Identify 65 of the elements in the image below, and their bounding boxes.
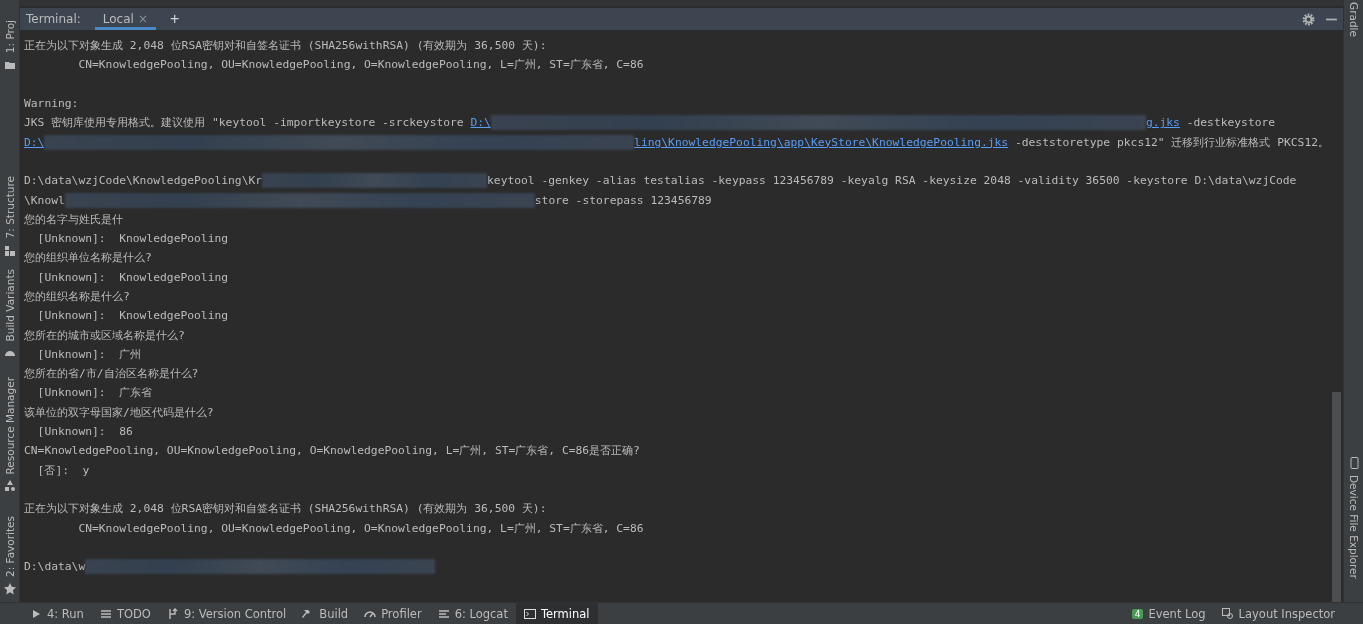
terminal-line: [Unknown]: KnowledgePooling <box>36 309 229 323</box>
list-icon <box>99 607 112 620</box>
terminal-line: 您的名字与姓氏是什 <box>24 211 123 227</box>
terminal-line: 您所在的省/市/自治区名称是什么? <box>24 366 199 382</box>
session-tab[interactable]: Local × <box>94 8 156 30</box>
terminal-line: Warning: <box>24 97 79 111</box>
inspector-icon <box>1221 607 1234 620</box>
terminal-line: CN=KnowledgePooling, OU=KnowledgePooling, O=KnowledgePooling, L=广州, ST=广东省, C=86是否正确? <box>24 443 640 459</box>
terminal-line: -deststoretype pkcs12" 迁移到行业标准格式 PKCS12。 <box>1013 134 1329 150</box>
terminal-line: [Unknown]: KnowledgePooling <box>36 270 229 284</box>
tool-window-tab[interactable]: Profiler <box>356 603 430 624</box>
tool-window-tab[interactable]: Layout Inspector <box>1213 603 1343 624</box>
terminal-line: store -storepass 123456789 <box>534 193 712 207</box>
terminal-line: CN=KnowledgePooling, OU=KnowledgePooling, O=KnowledgePooling, L=广州, ST=广东省, C=86 <box>77 57 644 73</box>
file-link[interactable]: D:\ <box>24 135 45 149</box>
structure-icon <box>3 244 16 257</box>
star-icon <box>3 583 16 596</box>
terminal-icon <box>523 607 536 620</box>
close-icon[interactable]: × <box>137 12 148 26</box>
file-link[interactable]: g.jks <box>1145 116 1180 130</box>
tool-window-tab[interactable]: 6: Logcat <box>429 603 516 624</box>
terminal-line: 您的组织单位名称是什么? <box>24 250 152 266</box>
tool-window-tab[interactable]: 4: Run <box>22 603 92 624</box>
file-link[interactable]: D:\ <box>470 116 491 130</box>
shapes-icon <box>3 480 16 493</box>
tool-window-button[interactable]: 2: Favorites <box>3 516 16 578</box>
tool-window-tab[interactable]: TODO <box>91 603 159 624</box>
tool-window-button[interactable]: Gradle <box>1347 2 1360 37</box>
terminal-line: -destkeystore <box>1185 116 1276 130</box>
panel-title: Terminal: <box>26 12 81 26</box>
tool-window-button[interactable]: 7: Structure <box>3 176 16 239</box>
tool-window-button[interactable]: Device File Explorer <box>1347 474 1360 579</box>
count-badge: 4 <box>1131 608 1144 619</box>
terminal-line: 您所在的城市或区域名称是什么? <box>24 327 185 343</box>
tool-window-tab[interactable]: Build <box>294 603 357 624</box>
terminal-line: 该单位的双字母国家/地区代码是什么? <box>24 404 214 420</box>
terminal-line: 正在为以下对象生成 2,048 位RSA密钥对和自签名证书 (SHA256withRSA) (有效期为 36,500 天): <box>24 501 547 517</box>
terminal-line: 您的组织名称是什么? <box>24 289 130 304</box>
terminal-line: [Unknown]: 广东省 <box>36 385 153 401</box>
branch-icon <box>166 607 179 620</box>
phone-icon <box>1347 456 1360 469</box>
terminal-line: D:\data\wzjCode\KnowledgePooling\Kr <box>24 174 263 188</box>
terminal-line: [Unknown]: 86 <box>36 425 133 439</box>
tool-window-button[interactable]: Resource Manager <box>3 376 16 475</box>
scrollbar-thumb[interactable] <box>1332 392 1341 602</box>
terminal-line: JKS 密钥库使用专用格式。建议使用 "keytool -importkeystore -srckeystore <box>24 115 465 131</box>
folder-icon <box>3 59 16 72</box>
settings-icon <box>1302 12 1315 26</box>
file-link[interactable]: ling\KnowledgePooling\app\KeyStore\KnowledgePooling.jks <box>634 135 1009 149</box>
terminal-line: [Unknown]: KnowledgePooling <box>36 232 229 246</box>
tool-window-button[interactable]: Build Variants <box>3 268 16 341</box>
logcat-icon <box>437 607 450 620</box>
terminal-line: 正在为以下对象生成 2,048 位RSA密钥对和自签名证书 (SHA256withRSA) (有效期为 36,500 天): <box>24 38 547 54</box>
tool-window-button[interactable]: 1: Proj <box>3 20 16 54</box>
play-icon <box>30 607 42 620</box>
terminal-line: [否]: y <box>36 462 90 478</box>
tool-window-tab[interactable]: Terminal <box>515 603 598 624</box>
terminal-line: [Unknown]: 广州 <box>36 346 142 362</box>
tool-window-tab[interactable]: 9: Version Control <box>158 603 295 624</box>
terminal-line: \Knowl <box>24 193 65 207</box>
new-session-button[interactable]: + <box>165 11 184 27</box>
tool-window-tab[interactable]: 4 Event Log <box>1123 603 1214 624</box>
terminal-line: CN=KnowledgePooling, OU=KnowledgePooling, O=KnowledgePooling, L=广州, ST=广东省, C=86 <box>77 520 644 536</box>
terminal-line: keytool -genkey -alias testalias -keypass 123456789 -keyalg RSA -keysize 2048 -validity 36500 -keystore D:\data\wzjCode <box>487 174 1297 188</box>
terminal-line: D:\data\w <box>24 560 86 574</box>
